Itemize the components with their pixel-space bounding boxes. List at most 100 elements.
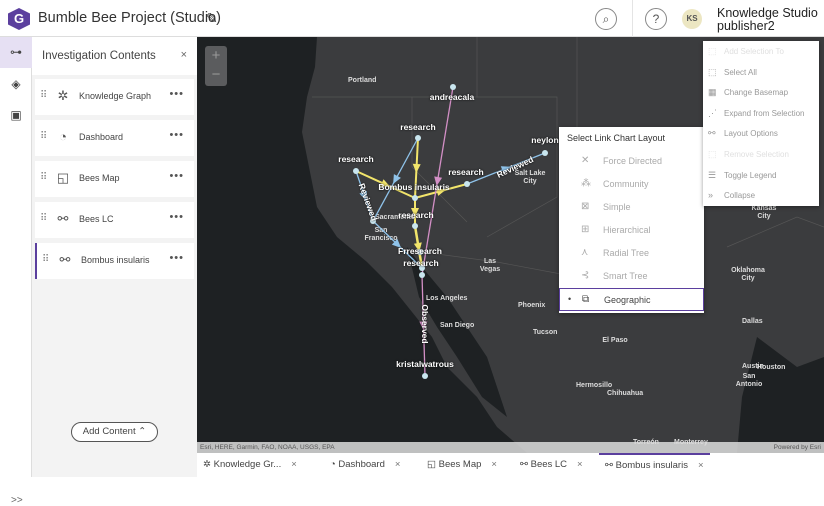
action-menu-item[interactable]: ☰ Toggle Legend [703,166,819,187]
pencil-icon[interactable]: ✎ [206,10,218,27]
tab[interactable]: ⚯ Bees LC × [520,453,583,477]
layout-option[interactable]: ⊰ Smart Tree [559,265,704,288]
layout-option[interactable]: ✕ Force Directed [559,150,704,173]
node-label[interactable]: Frresearch [398,246,442,256]
smart-tree-icon: ⊰ [581,270,590,281]
close-tab-icon[interactable]: × [577,459,583,470]
action-icon: ⬚ [708,149,717,159]
graph-node[interactable] [419,272,425,278]
investigation-contents-panel: Investigation Contents × ⠿ ✲ Knowledge Grap… [32,37,197,477]
node-label[interactable]: research [398,210,433,220]
zoom-out-button[interactable]: − [205,65,227,84]
search-icon[interactable]: ⌕ [595,8,617,30]
close-tab-icon[interactable]: × [291,459,297,470]
layers-icon[interactable]: ◈ [0,69,32,100]
graph-node[interactable] [542,150,548,156]
graph-node[interactable] [464,181,470,187]
content-item[interactable]: ⠿ ◱ Bees Map ••• [35,161,194,197]
more-options-button[interactable]: ••• [169,129,184,141]
more-options-button[interactable]: ••• [169,211,184,223]
avatar[interactable]: KS [682,9,702,29]
add-content-button[interactable]: Add Content ⌃ [71,422,158,442]
action-menu-item[interactable]: » Collapse [703,186,819,207]
layout-option-label: Smart Tree [603,271,648,281]
content-item[interactable]: ⠿ ⚯ Bombus insularis ••• [35,243,194,279]
more-options-button[interactable]: ••• [169,88,184,100]
link-chart-icon: ⚯ [520,459,528,470]
zoom-in-button[interactable]: + [205,46,227,65]
layout-option[interactable]: ⋏ Radial Tree [559,242,704,265]
attribution-text: Esri, HERE, Garmin, FAO, NOAA, USGS, EPA [200,444,335,451]
graph-node[interactable] [450,84,456,90]
layout-option-label: Radial Tree [603,248,650,258]
project-title: Bumble Bee Project (Studio) [38,10,221,26]
content-item[interactable]: ⠿ ✲ Knowledge Graph ••• [35,79,194,115]
close-tab-icon[interactable]: × [395,459,401,470]
graph-node[interactable] [422,373,428,379]
action-menu-item[interactable]: ⚯ Layout Options [703,124,819,145]
drag-handle-icon[interactable]: ⠿ [42,254,49,265]
expand-icon[interactable]: >> [11,495,23,506]
node-label[interactable]: research [338,154,373,164]
node-label[interactable]: research [403,258,438,268]
tab[interactable]: ◱ Bees Map × [427,453,497,477]
selected-marker: • [568,294,572,304]
action-menu-item[interactable]: ⬚ Select All [703,63,819,84]
tab-label: Bombus insularis [615,460,688,471]
graph-node[interactable] [353,168,359,174]
user-id: publisher2 [717,19,775,33]
action-icon: » [708,190,714,201]
link-chart-icon: ⚯ [57,211,69,226]
tab-label: Bees Map [438,459,482,470]
action-label: Layout Options [724,129,778,139]
tab[interactable]: ⚯ Bombus insularis × [599,453,710,477]
drag-handle-icon[interactable]: ⠿ [40,131,47,142]
drag-handle-icon[interactable]: ⠿ [40,172,47,183]
more-options-button[interactable]: ••• [169,252,184,264]
action-label: Remove Selection [724,150,789,159]
tab-label: Knowledge Gr... [213,459,282,470]
layout-option[interactable]: • ⧉ Geographic [559,288,704,311]
action-label: Add Selection To [724,47,784,56]
layout-option[interactable]: ⁂ Community [559,173,704,196]
contents-icon[interactable]: ⊶ [0,37,32,68]
action-menu-item[interactable]: ⋰ Expand from Selection [703,104,819,125]
node-label[interactable]: kristalwatrous [396,359,454,369]
close-icon[interactable]: × [181,49,187,61]
save-icon[interactable]: ▣ [0,100,32,131]
tab-label: Bees LC [530,459,568,470]
tab[interactable]: ✲ Knowledge Gr... × [203,453,297,477]
drag-handle-icon[interactable]: ⠿ [40,213,47,224]
help-button[interactable]: ? [645,8,667,30]
more-options-button[interactable]: ••• [169,170,184,182]
node-label[interactable]: research [400,122,435,132]
close-tab-icon[interactable]: × [698,460,704,471]
node-label[interactable]: Bombus insularis [378,182,449,192]
graph-node[interactable] [412,195,418,201]
layout-option[interactable]: ⊞ Hierarchical [559,219,704,242]
simple-icon: ⊠ [581,201,590,212]
action-icon: ☰ [708,169,717,180]
edge-arrow [412,163,421,173]
tab[interactable]: ◔ Dashboard × [330,453,400,477]
layout-option-label: Community [603,179,649,189]
drag-handle-icon[interactable]: ⠿ [40,90,47,101]
graph-node[interactable] [415,135,421,141]
close-tab-icon[interactable]: × [491,459,497,470]
user-info[interactable]: Knowledge Studio publisher2 [717,7,818,33]
content-item[interactable]: ⠿ ⚯ Bees LC ••• [35,202,194,238]
action-menu-item[interactable]: ▦ Change Basemap [703,83,819,104]
node-label[interactable]: neylon [531,135,558,145]
node-label[interactable]: research [448,167,483,177]
node-label[interactable]: andreacala [430,92,474,102]
action-label: Toggle Legend [724,170,777,180]
tab-label: Dashboard [338,459,385,470]
content-item[interactable]: ⠿ ◔ Dashboard ••• [35,120,194,156]
action-menu: ⬚ Add Selection To ⬚ Select All ▦ Change Base… [703,41,819,206]
link-chart-icon: ⚯ [605,460,613,471]
layout-option-label: Simple [603,202,631,212]
layout-option[interactable]: ⊠ Simple [559,196,704,219]
action-icon: ⋰ [708,107,717,118]
graph-node[interactable] [412,223,418,229]
powered-by[interactable]: Powered by Esri [774,442,821,453]
